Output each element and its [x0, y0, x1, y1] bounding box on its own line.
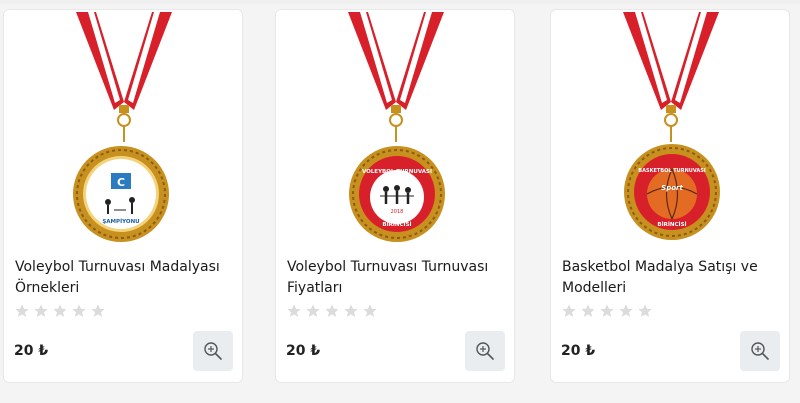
- svg-text:BİRİNCİSİ: BİRİNCİSİ: [657, 221, 686, 228]
- star-icon: [619, 304, 633, 317]
- star-icon: [363, 304, 377, 317]
- svg-text:BASKETBOL TURNUVASI: BASKETBOL TURNUVASI: [638, 168, 706, 174]
- product-image[interactable]: BASKETBOL TURNUVASI Sport BİRİNCİSİ: [551, 10, 791, 250]
- star-icon: [72, 304, 86, 317]
- product-price: 20 ₺: [561, 343, 596, 359]
- zoom-in-icon: [476, 342, 494, 360]
- rating-stars: [286, 303, 378, 319]
- star-icon: [325, 304, 339, 317]
- quick-view-button[interactable]: [740, 331, 780, 371]
- product-price: 20 ₺: [14, 343, 49, 359]
- product-image[interactable]: C ŞAMPİYONU: [4, 10, 244, 250]
- product-card[interactable]: C ŞAMPİYONU Voleybol Turnuvası Madalyası…: [3, 9, 243, 383]
- rating-stars: [561, 303, 653, 319]
- product-image[interactable]: VOLEYBOL TURNUVASI 2018 BİRİNCİSİ: [276, 10, 516, 250]
- star-icon: [53, 304, 67, 317]
- star-icon: [91, 304, 105, 317]
- product-title[interactable]: Voleybol Turnuvası Turnuvası Fiyatları: [287, 257, 509, 299]
- volleyball-tournament-medal-icon: VOLEYBOL TURNUVASI 2018 BİRİNCİSİ: [348, 12, 445, 242]
- star-icon: [581, 304, 595, 317]
- svg-text:C: C: [117, 176, 125, 189]
- svg-text:VOLEYBOL TURNUVASI: VOLEYBOL TURNUVASI: [362, 169, 432, 175]
- star-icon: [600, 304, 614, 317]
- quick-view-button[interactable]: [193, 331, 233, 371]
- zoom-in-icon: [751, 342, 769, 360]
- star-icon: [34, 304, 48, 317]
- star-icon: [344, 304, 358, 317]
- product-price: 20 ₺: [286, 343, 321, 359]
- product-card[interactable]: VOLEYBOL TURNUVASI 2018 BİRİNCİSİ Voleyb…: [275, 9, 515, 383]
- basketball-tournament-medal-icon: BASKETBOL TURNUVASI Sport BİRİNCİSİ: [623, 12, 720, 240]
- product-title[interactable]: Voleybol Turnuvası Madalyası Örnekleri: [15, 257, 237, 299]
- quick-view-button[interactable]: [465, 331, 505, 371]
- star-icon: [638, 304, 652, 317]
- star-icon: [562, 304, 576, 317]
- product-card[interactable]: BASKETBOL TURNUVASI Sport BİRİNCİSİ Bask…: [550, 9, 790, 383]
- volleyball-championship-medal-icon: C ŞAMPİYONU: [73, 12, 172, 242]
- rating-stars: [14, 303, 106, 319]
- svg-text:ŞAMPİYONU: ŞAMPİYONU: [102, 218, 139, 225]
- star-icon: [287, 304, 301, 317]
- product-title[interactable]: Basketbol Madalya Satışı ve Modelleri: [562, 257, 784, 299]
- star-icon: [15, 304, 29, 317]
- top-band: [0, 0, 800, 4]
- svg-text:BİRİNCİSİ: BİRİNCİSİ: [382, 221, 411, 228]
- zoom-in-icon: [204, 342, 222, 360]
- svg-text:2018: 2018: [391, 209, 404, 215]
- star-icon: [306, 304, 320, 317]
- svg-text:Sport: Sport: [661, 184, 683, 192]
